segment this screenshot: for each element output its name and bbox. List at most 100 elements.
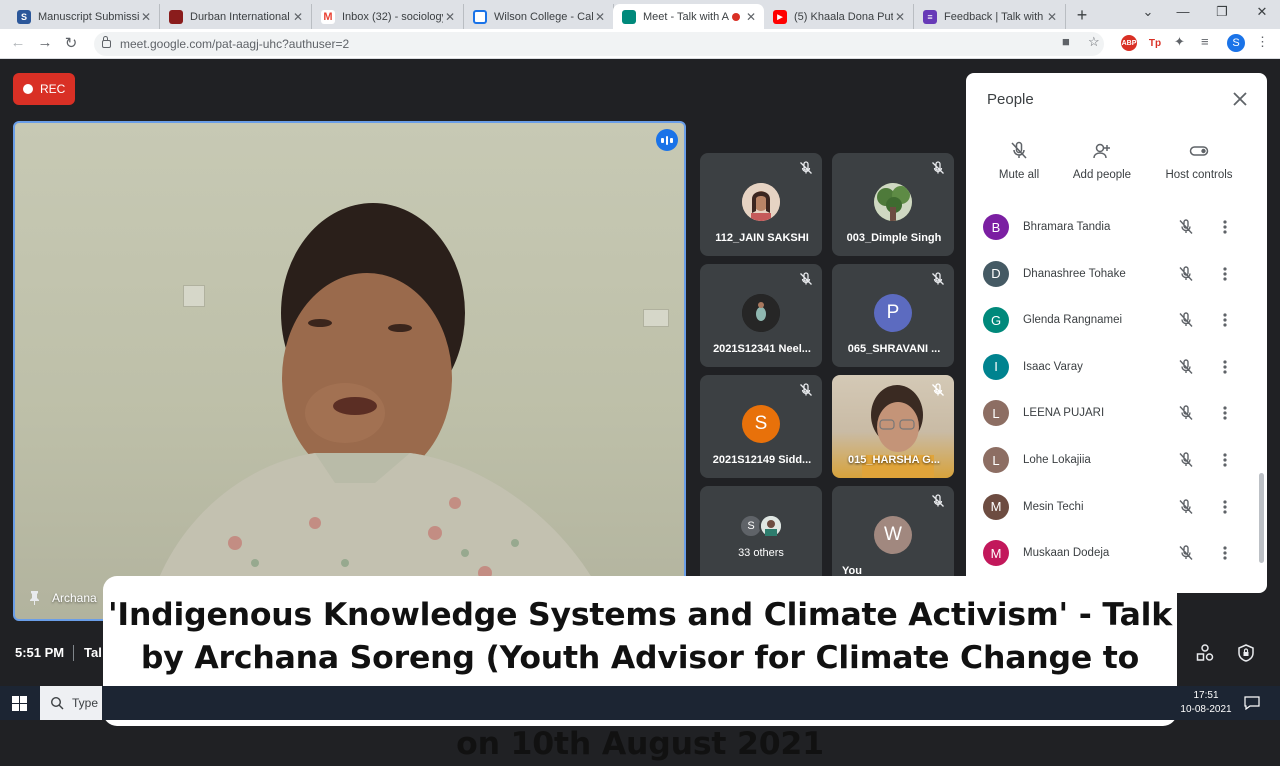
mic-off-icon[interactable] <box>1178 359 1194 375</box>
tab-close-icon[interactable]: ✕ <box>893 10 907 24</box>
mic-off-icon[interactable] <box>1178 545 1194 561</box>
meeting-clock: 5:51 PM <box>15 645 65 660</box>
avatar-photo <box>759 514 783 538</box>
activities-icon[interactable] <box>1195 643 1215 663</box>
browser-menu-icon[interactable]: ⋮ <box>1256 34 1269 50</box>
more-options-icon[interactable] <box>1220 405 1230 421</box>
mic-off-icon[interactable] <box>1178 498 1194 515</box>
avatar: W <box>874 516 912 554</box>
restore-button[interactable]: ❐ <box>1211 4 1233 20</box>
participant-name: Lohe Lokajiia <box>1023 454 1091 466</box>
participant-row[interactable]: B Bhramara Tandia <box>966 204 1267 250</box>
meet-icon <box>622 9 636 24</box>
participant-tile[interactable]: 003_Dimple Singh <box>832 153 954 256</box>
more-options-icon[interactable] <box>1220 499 1230 515</box>
tab-search-icon[interactable]: ⌄ <box>1137 4 1159 20</box>
forward-arrow-icon[interactable]: → <box>36 34 54 51</box>
add-people-button[interactable]: Add people <box>1067 141 1137 181</box>
taskbar-clock[interactable]: 17:51 10-08-2021 <box>1175 689 1237 717</box>
more-options-icon[interactable] <box>1220 359 1230 375</box>
participant-video-tile[interactable]: 015_HARSHA G... <box>832 375 954 478</box>
participant-row[interactable]: L Lohe Lokajiia <box>966 437 1267 483</box>
participant-tile[interactable]: P 065_SHRAVANI ... <box>832 264 954 367</box>
avatar: M <box>983 493 1009 520</box>
notification-icon[interactable] <box>1244 696 1260 710</box>
participant-name: Dhanashree Tohake <box>1023 267 1126 280</box>
mic-off-icon[interactable] <box>1178 405 1194 421</box>
participant-tile[interactable]: S 2021S12149 Sidd... <box>700 375 822 478</box>
mic-off-icon[interactable] <box>1178 265 1194 282</box>
host-shield-icon[interactable] <box>1236 643 1256 663</box>
tab-close-icon[interactable]: ✕ <box>443 10 457 24</box>
new-tab-button[interactable]: + <box>1072 5 1092 26</box>
pin-icon[interactable] <box>29 591 40 605</box>
participant-row[interactable]: M Muskaan Dodeja <box>966 530 1267 576</box>
more-options-icon[interactable] <box>1220 452 1230 468</box>
mute-all-button[interactable]: Mute all <box>994 141 1044 181</box>
mic-off-icon[interactable] <box>1178 452 1194 468</box>
mic-off-icon[interactable] <box>1178 219 1194 235</box>
participant-name: Bhramara Tandia <box>1023 221 1111 233</box>
mic-off-icon[interactable] <box>1178 312 1194 328</box>
browser-tab[interactable]: Durban International ✕ <box>160 4 312 29</box>
participant-tile[interactable]: 2021S12341 Neel... <box>700 264 822 367</box>
participant-row[interactable]: G Glenda Rangnamei <box>966 297 1267 343</box>
camera-in-use-icon[interactable]: ■ <box>1062 34 1070 49</box>
panel-title: People <box>987 91 1034 108</box>
extensions-puzzle-icon[interactable]: ✦ <box>1174 34 1185 50</box>
reading-list-icon[interactable]: ≡ <box>1201 34 1209 49</box>
browser-tab[interactable]: ▶ (5) Khaala Dona Puttu ✕ <box>764 4 914 29</box>
avatar: M <box>983 540 1009 567</box>
participant-tile[interactable]: 112_JAIN SAKSHI <box>700 153 822 256</box>
toggle-icon <box>1189 146 1209 156</box>
avatar-photo <box>742 294 780 332</box>
browser-tab[interactable]: S Manuscript Submissio ✕ <box>8 4 160 29</box>
people-panel: People Mute all Add people Host controls… <box>966 73 1267 593</box>
others-tile[interactable]: S 33 others <box>700 486 822 589</box>
avatar: B <box>983 214 1009 240</box>
gmail-icon: M <box>321 9 335 24</box>
minimize-button[interactable]: — <box>1172 4 1194 19</box>
mic-off-icon <box>932 272 944 285</box>
address-bar[interactable]: meet.google.com/pat-aagj-uhc?authuser=2 <box>94 32 1104 56</box>
adblock-extension-icon[interactable]: ABP <box>1121 35 1137 51</box>
browser-tab[interactable]: M Inbox (32) - sociology ✕ <box>312 4 464 29</box>
main-speaker-video[interactable]: Archana <box>13 121 686 621</box>
close-icon[interactable] <box>1231 90 1249 108</box>
browser-tab[interactable]: ≡ Feedback | Talk with A ✕ <box>914 4 1066 29</box>
speaker-silhouette <box>145 203 614 619</box>
participant-row[interactable]: L LEENA PUJARI <box>966 390 1267 436</box>
mic-off-icon <box>932 494 944 507</box>
person-add-icon <box>1093 143 1110 159</box>
tab-close-icon[interactable]: ✕ <box>291 10 305 24</box>
participant-row[interactable]: I Isaac Varay <box>966 344 1267 390</box>
taskbar-search[interactable]: Type <box>40 686 102 720</box>
browser-tab[interactable]: Wilson College - Cale ✕ <box>464 4 614 29</box>
reload-icon[interactable]: ↻ <box>62 34 80 52</box>
windows-start-icon[interactable] <box>12 696 27 711</box>
more-options-icon[interactable] <box>1220 266 1230 282</box>
profile-avatar[interactable]: S <box>1227 34 1245 52</box>
others-avatars: S <box>700 514 822 538</box>
close-window-button[interactable]: ✕ <box>1251 4 1273 20</box>
lock-icon <box>102 36 111 48</box>
more-options-icon[interactable] <box>1220 312 1230 328</box>
avatar: I <box>983 353 1009 380</box>
durban-site-icon <box>169 9 183 24</box>
back-arrow-icon[interactable]: ← <box>9 34 27 51</box>
participant-row[interactable]: D Dhanashree Tohake <box>966 251 1267 297</box>
host-controls-button[interactable]: Host controls <box>1159 141 1239 181</box>
browser-tab-active[interactable]: Meet - Talk with A ✕ <box>613 4 764 29</box>
bookmark-star-icon[interactable]: ☆ <box>1088 34 1100 50</box>
tp-extension-icon[interactable]: Tp <box>1147 35 1163 51</box>
participant-row[interactable]: M Mesin Techi <box>966 484 1267 530</box>
tab-close-icon[interactable]: ✕ <box>744 10 758 24</box>
tab-close-icon[interactable]: ✕ <box>1045 10 1059 24</box>
self-tile[interactable]: W You <box>832 486 954 589</box>
panel-scrollbar[interactable] <box>1259 473 1264 563</box>
more-options-icon[interactable] <box>1220 219 1230 235</box>
tab-close-icon[interactable]: ✕ <box>593 10 607 24</box>
tab-close-icon[interactable]: ✕ <box>139 10 153 24</box>
meeting-title[interactable]: Tal <box>84 645 102 660</box>
more-options-icon[interactable] <box>1220 545 1230 561</box>
